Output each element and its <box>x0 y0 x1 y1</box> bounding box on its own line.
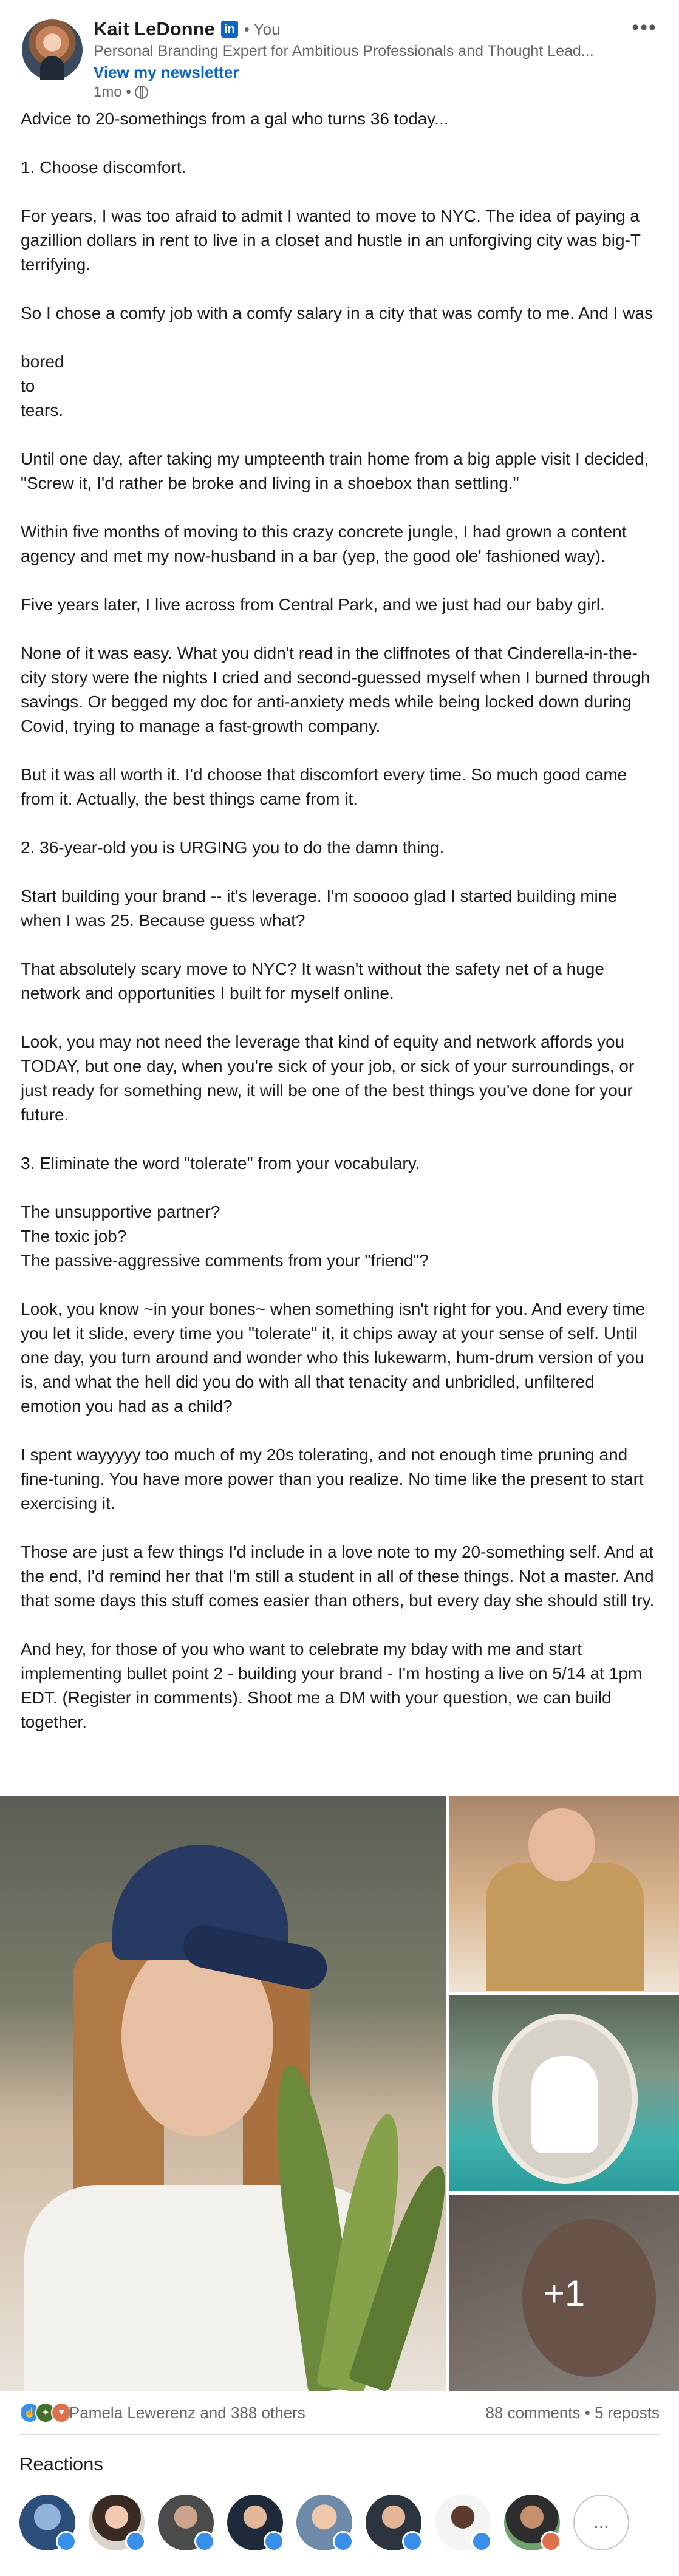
like-icon <box>56 2531 77 2552</box>
post-paragraph: 2. 36-year-old you is URGING you to do t… <box>21 838 445 857</box>
comments-reposts-count[interactable]: 88 comments • 5 reposts <box>485 2404 660 2422</box>
post-paragraph: 1. Choose discomfort. <box>21 158 186 177</box>
post-paragraph: So I chose a comfy job with a comfy sala… <box>21 304 653 322</box>
post-paragraph: Within five months of moving to this cra… <box>21 522 632 565</box>
love-icon: ♥ <box>51 2402 72 2423</box>
post-photo-3[interactable] <box>449 1995 679 2191</box>
post-photo-4[interactable]: +1 <box>449 2195 679 2391</box>
reaction-icons[interactable]: ☝ ✦ ♥ <box>19 2402 72 2423</box>
post-paragraph: The unsupportive partner? The toxic job?… <box>21 1202 429 1270</box>
globe-icon <box>134 86 148 99</box>
post-paragraph: Until one day, after taking my umpteenth… <box>21 449 654 492</box>
post-body: Advice to 20-somethings from a gal who t… <box>21 107 658 1734</box>
post-paragraph: Look, you know ~in your bones~ when some… <box>21 1300 650 1416</box>
reactor-avatar[interactable] <box>19 2495 77 2552</box>
post-photo-2[interactable] <box>449 1796 679 1992</box>
like-icon <box>264 2531 284 2552</box>
linkedin-premium-icon: in <box>220 21 238 38</box>
post-timestamp: 1mo • <box>94 84 131 100</box>
reactor-avatar[interactable] <box>158 2495 215 2552</box>
reactions-heading: Reactions <box>19 2453 103 2475</box>
author-avatar[interactable] <box>22 19 83 80</box>
like-icon <box>333 2531 353 2552</box>
reactor-avatars: ... <box>19 2495 660 2555</box>
more-reactions-button[interactable]: ... <box>573 2495 629 2550</box>
post-photo-main[interactable] <box>0 1796 446 2391</box>
love-icon <box>541 2531 561 2552</box>
reactor-avatar[interactable] <box>89 2495 146 2552</box>
like-icon <box>125 2531 146 2552</box>
author-name[interactable]: Kait LeDonne <box>94 18 215 40</box>
post-paragraph: 3. Eliminate the word "tolerate" from yo… <box>21 1154 420 1173</box>
more-options-button[interactable]: ••• <box>632 17 657 38</box>
connection-degree: • You <box>244 19 281 38</box>
reactor-avatar[interactable] <box>435 2495 492 2552</box>
post-paragraph: None of it was easy. What you didn't rea… <box>21 644 655 735</box>
social-counts: ☝ ✦ ♥ Pamela Lewerenz and 388 others 88 … <box>19 2400 660 2424</box>
author-headline: Personal Branding Expert for Ambitious P… <box>94 43 594 60</box>
like-icon <box>471 2531 492 2552</box>
post-paragraph: Start building your brand -- it's levera… <box>21 887 622 930</box>
reactor-avatar[interactable] <box>227 2495 284 2552</box>
post-paragraph: Those are just a few things I'd include … <box>21 1542 659 1610</box>
post-paragraph: That absolutely scary move to NYC? It wa… <box>21 959 609 1003</box>
post-paragraph: Advice to 20-somethings from a gal who t… <box>21 109 449 128</box>
post-paragraph: I spent wayyyyy too much of my 20s toler… <box>21 1445 649 1513</box>
reactor-avatar[interactable] <box>366 2495 423 2552</box>
like-icon <box>194 2531 215 2552</box>
photo-detail <box>486 1863 644 1991</box>
photo-detail <box>528 1808 595 1881</box>
like-icon <box>402 2531 423 2552</box>
post-card: Kait LeDonne in • You Personal Branding … <box>0 0 679 2576</box>
reactor-avatar[interactable] <box>296 2495 353 2552</box>
post-paragraph: bored to tears. <box>21 352 64 420</box>
post-paragraph: Five years later, I live across from Cen… <box>21 595 605 614</box>
post-paragraph: And hey, for those of you who want to ce… <box>21 1640 647 1731</box>
post-meta: 1mo • <box>94 84 148 101</box>
more-photos-overlay[interactable]: +1 <box>449 2195 679 2391</box>
post-paragraph: Look, you may not need the leverage that… <box>21 1032 639 1124</box>
more-photos-count: +1 <box>543 2272 585 2314</box>
post-paragraph: But it was all worth it. I'd choose that… <box>21 765 632 808</box>
reactors-summary[interactable]: Pamela Lewerenz and 388 others <box>69 2404 305 2422</box>
post-paragraph: For years, I was too afraid to admit I w… <box>21 206 646 274</box>
post-header: Kait LeDonne in • You Personal Branding … <box>19 17 660 102</box>
divider <box>19 2434 660 2435</box>
photo-detail <box>531 2056 598 2153</box>
reactor-avatar[interactable] <box>504 2495 561 2552</box>
author-name-row: Kait LeDonne in • You <box>94 17 281 41</box>
photo-grid: +1 <box>0 1796 679 2391</box>
view-newsletter-link[interactable]: View my newsletter <box>94 63 239 82</box>
